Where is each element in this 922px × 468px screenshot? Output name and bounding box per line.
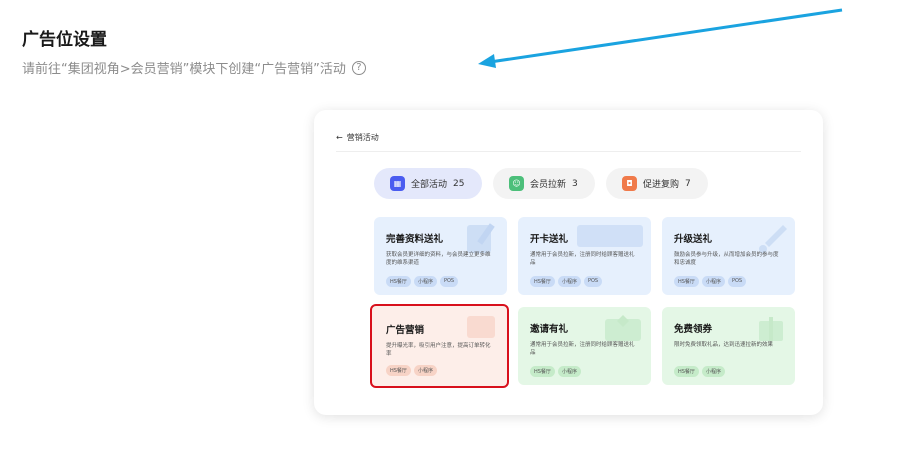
tag: 小程序: [557, 366, 581, 377]
filter-repurchase-count: 7: [685, 178, 691, 189]
card-tags: HS餐厅 小程序: [386, 365, 437, 376]
card-tags: HS餐厅 小程序 POS: [386, 276, 459, 287]
card-desc: 提升曝光率，吸引用户注意，提高订单转化率: [386, 343, 491, 357]
panel-header-label: 营销活动: [346, 133, 379, 142]
marketing-panel: ← 营销活动 ▦ 全部活动 25 ☺ 会员拉新 3 ◘ 促进复购 7 完善资料送…: [314, 110, 823, 415]
back-arrow-icon[interactable]: ←: [336, 133, 343, 142]
tag: 小程序: [413, 365, 437, 376]
filter-new-members-label: 会员拉新: [530, 180, 567, 190]
bag-icon: ◘: [622, 176, 637, 191]
panel-divider: [336, 151, 801, 152]
page-title: 广告位设置: [22, 30, 107, 50]
tag: HS餐厅: [530, 366, 555, 377]
tag: POS: [583, 276, 603, 287]
tag: 小程序: [557, 276, 581, 287]
card-title: 邀请有礼: [530, 324, 569, 335]
filter-repurchase-label: 促进复购: [643, 180, 680, 190]
grid-icon: ▦: [390, 176, 405, 191]
card-tags: HS餐厅 小程序 POS: [674, 276, 747, 287]
card-title: 广告营销: [386, 325, 425, 336]
tag: 小程序: [701, 366, 725, 377]
tag: HS餐厅: [674, 366, 699, 377]
card-title: 开卡送礼: [530, 234, 569, 245]
activity-card[interactable]: 免费领券 限时免费领取礼品，达到迅速拉新的效果 HS餐厅 小程序: [662, 307, 795, 385]
filter-new-members-count: 3: [572, 178, 578, 189]
card-desc: 限时免费领取礼品，达到迅速拉新的效果: [674, 342, 774, 348]
filter-repurchase[interactable]: ◘ 促进复购 7: [606, 168, 708, 199]
tag: HS餐厅: [386, 365, 411, 376]
activity-card[interactable]: 邀请有礼 通常用于会员拉新，注册同时给顾客赠送礼品 HS餐厅 小程序: [518, 307, 651, 385]
panel-header[interactable]: ← 营销活动: [336, 132, 379, 143]
filter-all-label: 全部活动: [411, 180, 448, 190]
card-tags: HS餐厅 小程序: [530, 366, 581, 377]
tag: 小程序: [701, 276, 725, 287]
arrow-line: [489, 8, 843, 64]
card-title: 完善资料送礼: [386, 234, 444, 245]
arrow-head: [478, 54, 496, 68]
member-icon: ☺: [509, 176, 524, 191]
activity-card[interactable]: 升级送礼 鼓励会员参与升级，从而增加会员的参与度和忠诚度 HS餐厅 小程序 PO…: [662, 217, 795, 295]
card-title: 升级送礼: [674, 234, 713, 245]
activity-card[interactable]: 开卡送礼 通常用于会员拉新，注册同时给顾客赠送礼品 HS餐厅 小程序 POS: [518, 217, 651, 295]
tag: POS: [439, 276, 459, 287]
filter-all-count: 25: [453, 178, 465, 189]
hint-text-row: 请前往“集团视角>会员营销”模块下创建“广告营销”活动 ?: [22, 58, 366, 77]
activity-card-ad-marketing[interactable]: 广告营销 提升曝光率，吸引用户注意，提高订单转化率 HS餐厅 小程序: [370, 304, 509, 388]
card-tags: HS餐厅 小程序: [674, 366, 725, 377]
card-tags: HS餐厅 小程序 POS: [530, 276, 603, 287]
card-desc: 获取会员更详细的资料，与会员建立更多维度的维系渠道: [386, 252, 491, 266]
card-desc: 通常用于会员拉新，注册同时给顾客赠送礼品: [530, 252, 635, 266]
hint-text: 请前往“集团视角>会员营销”模块下创建“广告营销”活动: [22, 62, 346, 77]
tag: HS餐厅: [674, 276, 699, 287]
card-desc: 通常用于会员拉新，注册同时给顾客赠送礼品: [530, 342, 635, 356]
help-icon[interactable]: ?: [351, 60, 366, 75]
pointer-arrow: [478, 8, 843, 68]
card-title: 免费领券: [674, 324, 713, 335]
filter-new-members[interactable]: ☺ 会员拉新 3: [493, 168, 595, 199]
tag: 小程序: [413, 276, 437, 287]
card-desc: 鼓励会员参与升级，从而增加会员的参与度和忠诚度: [674, 252, 779, 266]
filter-all[interactable]: ▦ 全部活动 25: [374, 168, 482, 199]
tag: HS餐厅: [386, 276, 411, 287]
tag: HS餐厅: [530, 276, 555, 287]
tag: POS: [727, 276, 747, 287]
activity-card[interactable]: 完善资料送礼 获取会员更详细的资料，与会员建立更多维度的维系渠道 HS餐厅 小程…: [374, 217, 507, 295]
